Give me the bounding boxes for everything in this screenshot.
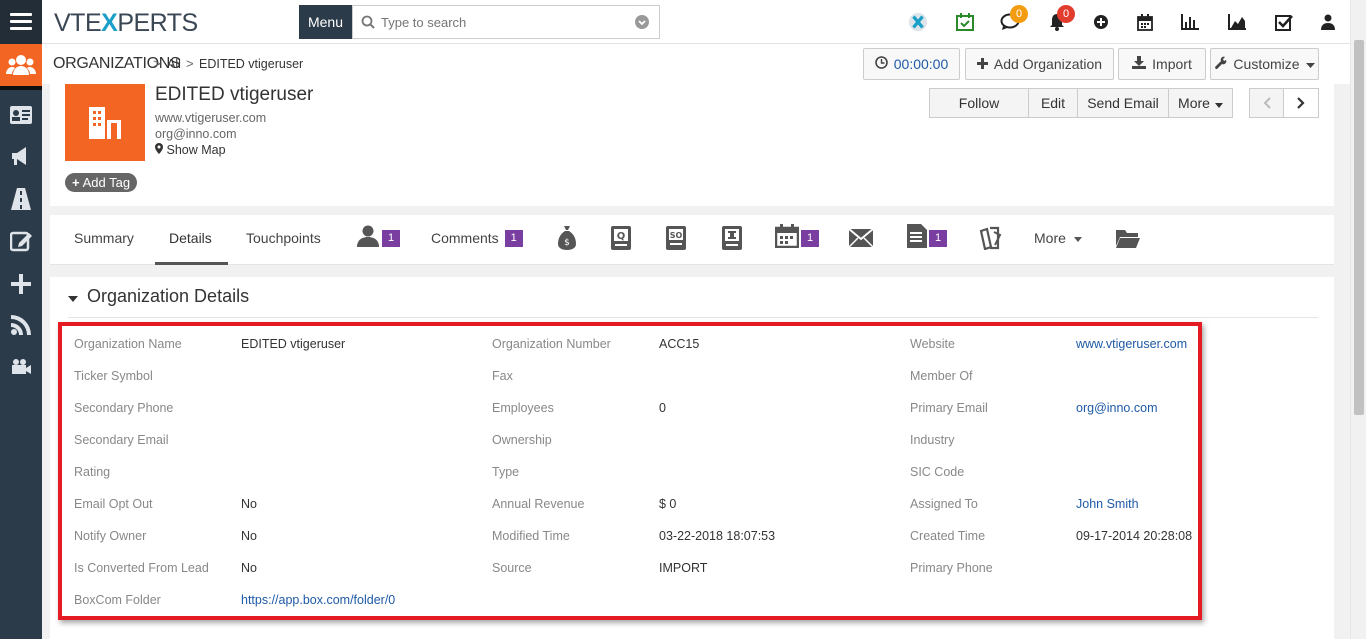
hamburger-menu-button[interactable] (0, 0, 42, 44)
rail-divider (0, 86, 42, 90)
clock-icon (874, 56, 888, 72)
quote-document-icon[interactable]: Q (611, 224, 631, 252)
record-header: EDITED vtigeruser www.vtigeruser.com org… (50, 84, 1334, 206)
vtexperts-logo[interactable]: VTEXPERTS (54, 9, 198, 38)
record-tabs: Summary Details Touchpoints 1 Comments 1… (50, 215, 1334, 265)
add-organization-button[interactable]: Add Organization (965, 48, 1114, 80)
video-camera-icon[interactable] (0, 352, 42, 382)
invoice-icon[interactable] (722, 224, 742, 252)
breadcrumb-record: EDITED vtigeruser (199, 57, 304, 71)
tickets-icon[interactable] (979, 224, 1003, 252)
documents-count-badge: 1 (929, 229, 947, 247)
scrollbar-thumb[interactable] (1354, 40, 1364, 415)
task-check-icon[interactable] (1274, 12, 1294, 32)
user-profile-icon[interactable] (1318, 12, 1338, 32)
add-circle-icon[interactable] (1091, 12, 1111, 32)
wrench-icon (1214, 56, 1227, 72)
organization-building-icon (65, 84, 145, 161)
tab-comments[interactable]: Comments 1 (431, 224, 523, 252)
send-email-button[interactable]: Send Email (1078, 89, 1169, 117)
tab-touchpoints[interactable]: Touchpoints (246, 230, 321, 246)
calendar-check-icon[interactable] (955, 12, 975, 32)
chat-badge: 0 (1010, 5, 1028, 23)
svg-text:Q: Q (617, 231, 626, 242)
edit-button[interactable]: Edit (1029, 89, 1078, 117)
section-divider (68, 317, 1318, 318)
record-action-group: Follow Edit Send Email More (929, 88, 1233, 118)
record-email[interactable]: org@inno.com (155, 127, 236, 141)
caret-down-icon (1214, 95, 1223, 111)
envelope-icon[interactable] (849, 224, 873, 252)
caret-down-icon (1073, 229, 1082, 247)
caret-down-icon (68, 286, 78, 307)
module-title[interactable]: ORGANIZATIONS (53, 55, 181, 73)
megaphone-icon[interactable] (0, 141, 42, 171)
top-navigation-bar: VTEXPERTS Menu 0 0 (42, 0, 1350, 44)
search-icon (361, 15, 375, 34)
timer-button[interactable]: 00:00:00 (863, 48, 960, 80)
breadcrumb-filter[interactable]: All (167, 57, 181, 71)
chat-icon[interactable]: 0 (1000, 5, 1028, 32)
customize-button[interactable]: Customize (1210, 48, 1319, 80)
sales-order-icon[interactable]: SO (666, 224, 686, 252)
record-title: EDITED vtigeruser (155, 84, 314, 105)
bar-chart-icon[interactable] (1180, 12, 1200, 32)
contact-card-icon[interactable] (0, 100, 42, 130)
edit-icon[interactable] (0, 226, 42, 256)
left-icon-rail (0, 0, 42, 639)
timer-value: 00:00:00 (893, 56, 949, 72)
tab-details[interactable]: Details (169, 230, 212, 246)
notification-badge: 0 (1057, 5, 1075, 23)
area-chart-icon[interactable] (1227, 12, 1247, 32)
plus-icon[interactable] (0, 269, 42, 299)
svg-text:SO: SO (670, 231, 683, 240)
comments-count-badge: 1 (504, 229, 523, 247)
record-website[interactable]: www.vtigeruser.com (155, 111, 266, 125)
next-record-chevron-icon[interactable] (1284, 89, 1318, 117)
tab-summary[interactable]: Summary (74, 230, 134, 246)
search-input[interactable] (381, 13, 621, 31)
rss-icon[interactable] (0, 310, 42, 340)
tab-events[interactable]: 1 (774, 223, 819, 253)
active-tab-indicator (155, 262, 228, 265)
road-icon[interactable] (0, 184, 42, 214)
show-map-link[interactable]: Show Map (155, 143, 226, 157)
bell-icon[interactable]: 0 (1047, 5, 1075, 32)
caret-down-icon (1305, 56, 1315, 72)
events-count-badge: 1 (801, 229, 819, 247)
download-icon (1132, 56, 1147, 72)
calendar-icon[interactable] (1135, 12, 1155, 32)
vertical-scrollbar[interactable] (1350, 0, 1366, 639)
highlight-box (58, 322, 1202, 620)
plus-icon (976, 56, 988, 72)
plus-icon: + (72, 175, 80, 190)
add-tag-button[interactable]: + Add Tag (65, 173, 138, 192)
more-actions-button[interactable]: More (1169, 89, 1232, 117)
menu-button[interactable]: Menu (299, 5, 352, 39)
folder-icon[interactable] (1116, 224, 1140, 252)
calendar-icon (774, 223, 800, 253)
rail-organizations-icon[interactable] (0, 44, 42, 86)
document-icon (907, 223, 927, 253)
money-bag-icon[interactable]: $ (558, 224, 576, 252)
section-header[interactable]: Organization Details (68, 286, 249, 307)
breadcrumb-chevron-icon: > (153, 56, 161, 71)
more-tabs-dropdown[interactable]: More (1034, 224, 1082, 252)
tab-contacts[interactable]: 1 (356, 224, 400, 252)
svg-text:$: $ (564, 238, 570, 248)
contacts-count-badge: 1 (382, 229, 400, 247)
breadcrumb-chevron-icon: > (186, 56, 194, 71)
vtexperts-x-icon[interactable] (908, 12, 928, 32)
breadcrumb-bar: ORGANIZATIONS > All > EDITED vtigeruser … (42, 44, 1350, 84)
previous-record-chevron-icon[interactable] (1250, 89, 1284, 117)
map-marker-icon (155, 143, 163, 157)
record-pager (1249, 88, 1319, 118)
search-options-chevron-icon[interactable] (635, 15, 649, 29)
global-search[interactable] (352, 5, 660, 39)
follow-button[interactable]: Follow (930, 89, 1029, 117)
tab-documents[interactable]: 1 (907, 223, 947, 253)
person-icon (356, 225, 380, 252)
section-title: Organization Details (87, 286, 250, 306)
import-button[interactable]: Import (1118, 48, 1206, 80)
